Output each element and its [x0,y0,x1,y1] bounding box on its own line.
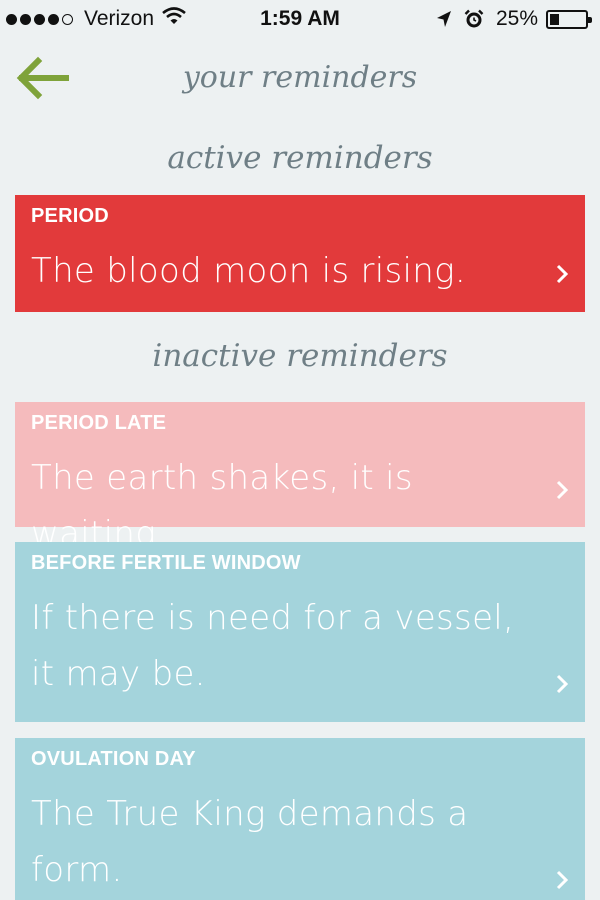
chevron-right-icon [556,480,569,500]
status-right: 25% [436,7,592,31]
battery-percent: 25% [495,7,538,30]
reminder-label: BEFORE FERTILE WINDOW [31,552,301,574]
reminder-message: The blood moon is rising. [31,251,466,291]
reminder-label: PERIOD LATE [31,412,167,434]
page-title: your reminders [182,60,418,95]
chevron-right-icon [556,674,569,694]
chevron-right-icon [556,264,569,284]
reminder-label: OVULATION DAY [31,748,196,770]
inactive-reminders-heading: inactive reminders [152,338,448,374]
status-bar: Verizon 1:59 AM 25% [0,0,600,40]
active-reminders-heading: active reminders [167,140,433,176]
reminder-card-ovulation-day[interactable]: OVULATION DAY The True King demands a fo… [15,738,585,900]
reminder-label: PERIOD [31,205,109,227]
reminder-card-period-late[interactable]: PERIOD LATE The earth shakes, it is wait… [15,402,585,554]
reminder-message: The True King demands a form. [31,794,469,890]
chevron-right-icon [556,870,569,890]
reminder-card-period[interactable]: PERIOD The blood moon is rising. [15,195,585,312]
reminder-card-before-fertile-window[interactable]: BEFORE FERTILE WINDOW If there is need f… [15,542,585,722]
reminder-message: If there is need for a vessel, it may be… [31,598,515,694]
battery-icon [546,9,592,29]
alarm-icon [464,9,484,29]
location-arrow-icon [436,10,452,28]
